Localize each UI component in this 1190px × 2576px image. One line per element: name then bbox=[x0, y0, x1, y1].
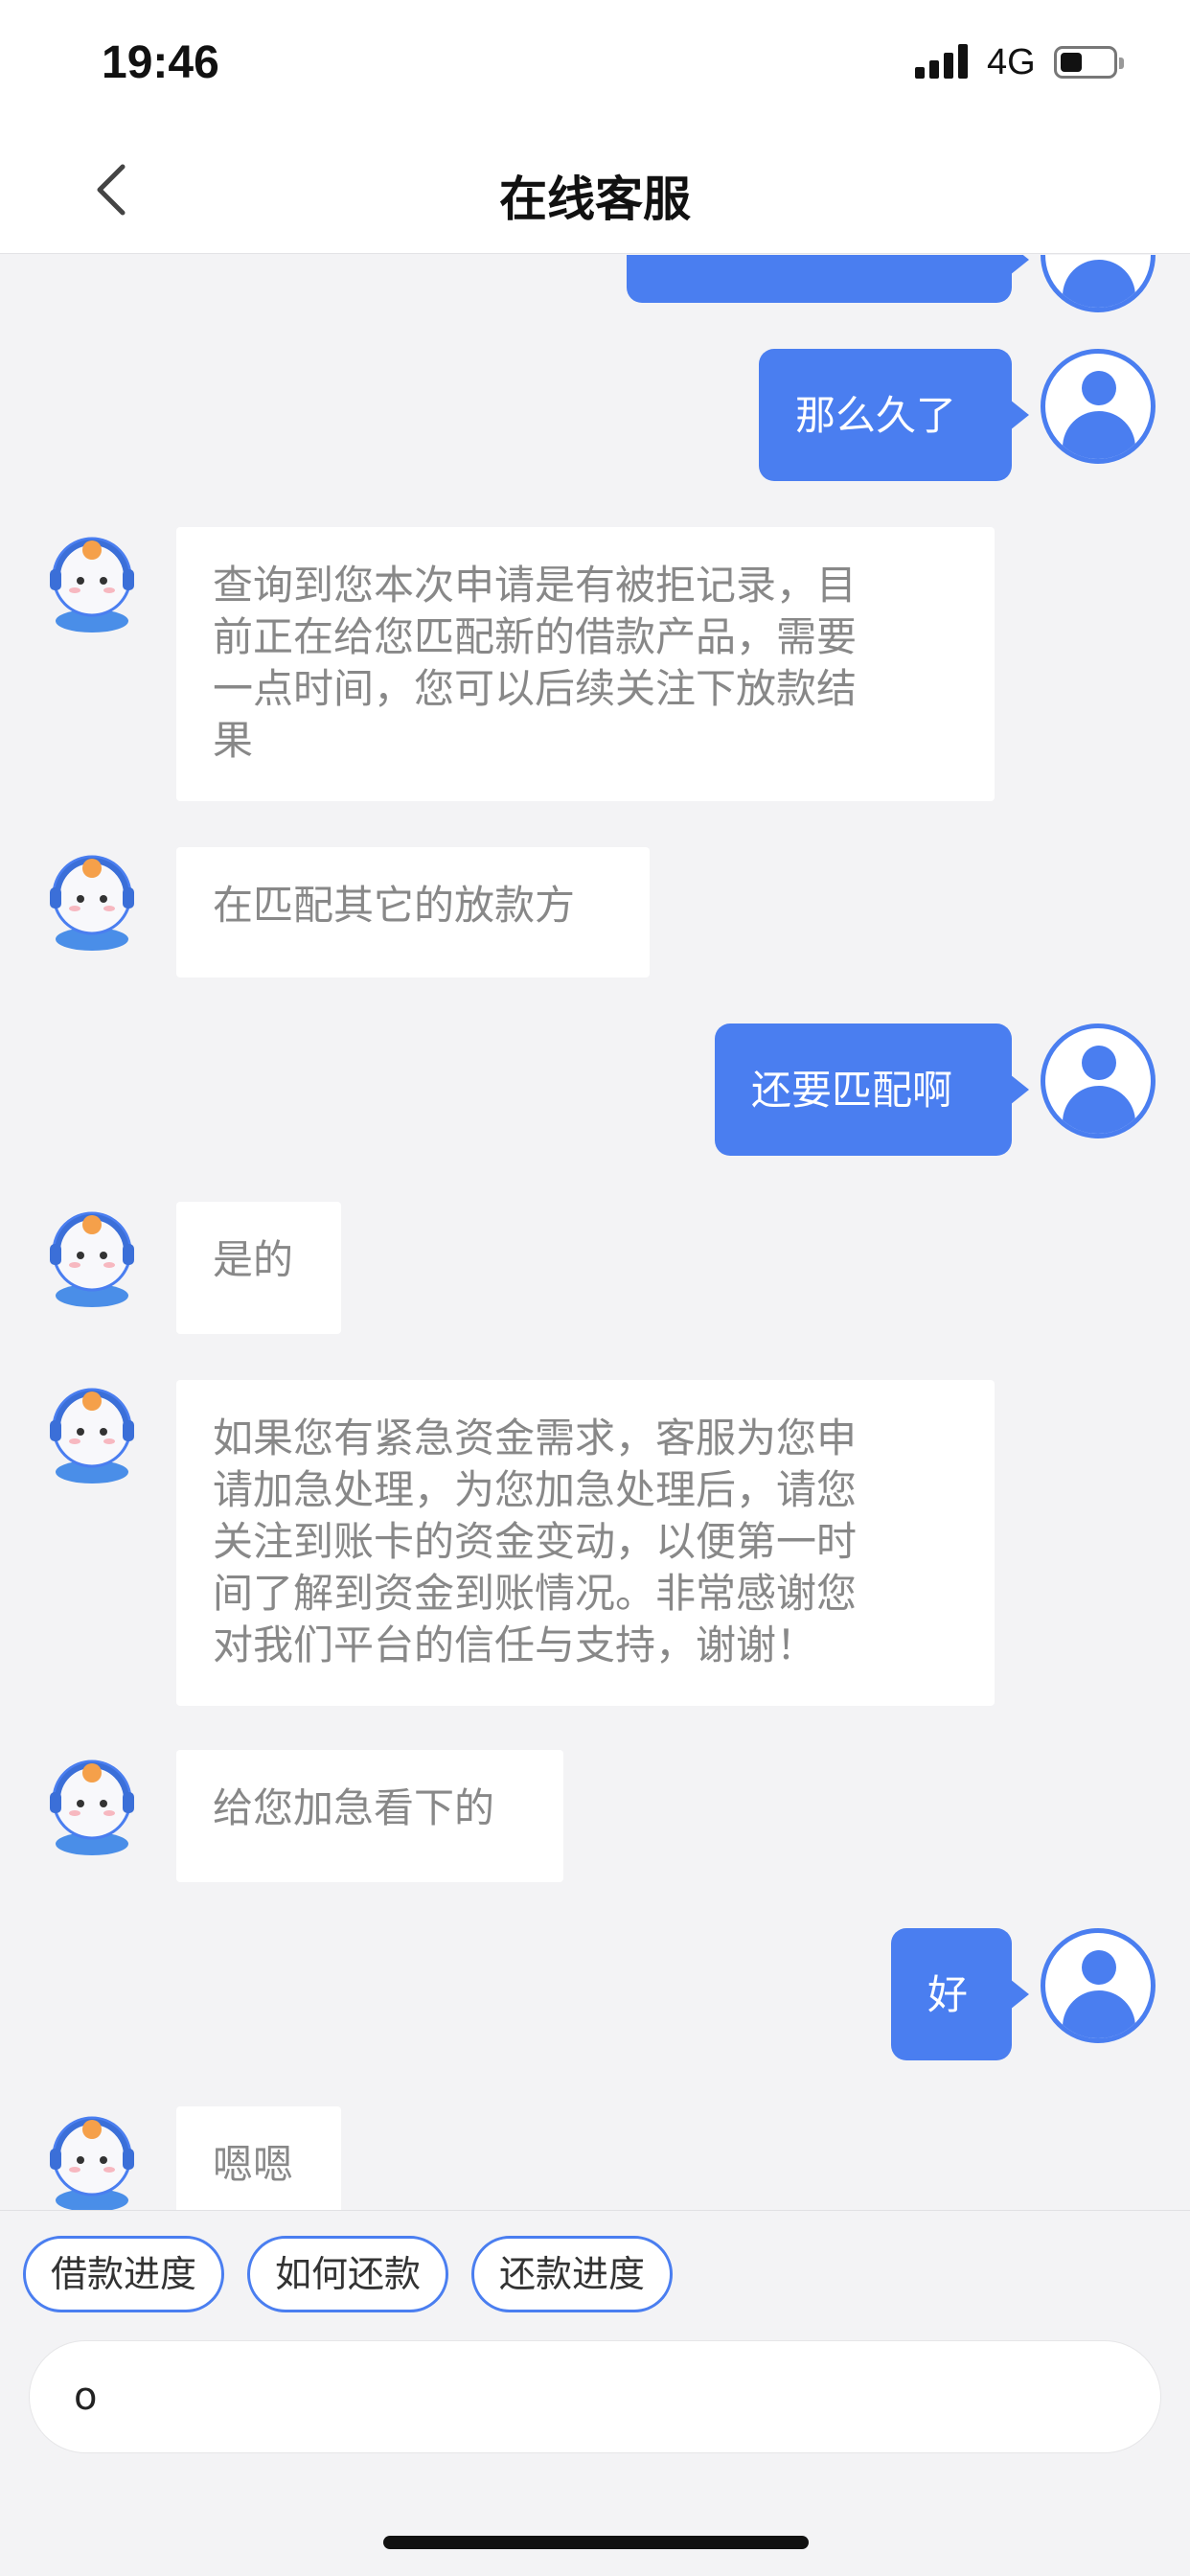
user-message-bubble: 好 bbox=[891, 1928, 1029, 2060]
user-message-bubble: 那么久了 bbox=[759, 349, 1029, 481]
bot-message-bubble: 给您加急看下的 bbox=[176, 1750, 563, 1882]
user-avatar-icon bbox=[1041, 255, 1156, 312]
user-message-bubble: 还要匹配啊 bbox=[715, 1024, 1029, 1156]
page-title: 在线客服 bbox=[499, 172, 691, 227]
support-agent-avatar-icon bbox=[50, 2116, 134, 2210]
network-type: 4G bbox=[987, 42, 1036, 82]
message-list[interactable]: 那么久了 查询到您本次申请是有被拒记录，目 前正在给您匹配新的借款产品，需要 一点时… bbox=[0, 255, 1190, 2210]
bot-message-bubble: 嗯嗯 bbox=[176, 2106, 341, 2210]
quick-reply-bar: 借款进度 如何还款 还款进度 bbox=[0, 2210, 1190, 2325]
battery-icon bbox=[1054, 46, 1124, 79]
bot-message-bubble: 查询到您本次申请是有被拒记录，目 前正在给您匹配新的借款产品，需要 一点时间，您可以… bbox=[176, 527, 995, 801]
support-agent-avatar-icon bbox=[50, 1211, 134, 1307]
status-time: 19:46 bbox=[102, 37, 219, 88]
chat-screen: 19:46 4G 在线客服 那么久了 查询到您本次申请是有被拒记录，目 前正在给… bbox=[0, 0, 1190, 2576]
top-bar: 19:46 4G 在线客服 bbox=[0, 0, 1190, 254]
support-agent-avatar-icon bbox=[50, 855, 134, 951]
bot-message-bubble: 如果您有紧急资金需求，客服为您申 请加急处理，为您加急处理后，请您 关注到账卡的资金… bbox=[176, 1380, 995, 1706]
bot-message-bubble: 在匹配其它的放款方 bbox=[176, 847, 650, 978]
bot-message-bubble: 是的 bbox=[176, 1202, 341, 1334]
message-input[interactable]: o bbox=[29, 2340, 1161, 2453]
support-agent-avatar-icon bbox=[50, 1760, 134, 1855]
quick-reply-loan-progress[interactable]: 借款进度 bbox=[23, 2236, 224, 2312]
quick-reply-repayment-progress[interactable]: 还款进度 bbox=[471, 2236, 673, 2312]
user-avatar-icon bbox=[1041, 1024, 1156, 1138]
quick-reply-how-to-repay[interactable]: 如何还款 bbox=[247, 2236, 448, 2312]
signal-icon bbox=[915, 44, 971, 79]
user-avatar-icon bbox=[1041, 1928, 1156, 2043]
support-agent-avatar-icon bbox=[50, 537, 134, 632]
home-indicator[interactable] bbox=[383, 2536, 809, 2549]
support-agent-avatar-icon bbox=[50, 1388, 134, 1484]
user-avatar-icon bbox=[1041, 349, 1156, 464]
user-message-bubble bbox=[627, 255, 1029, 303]
